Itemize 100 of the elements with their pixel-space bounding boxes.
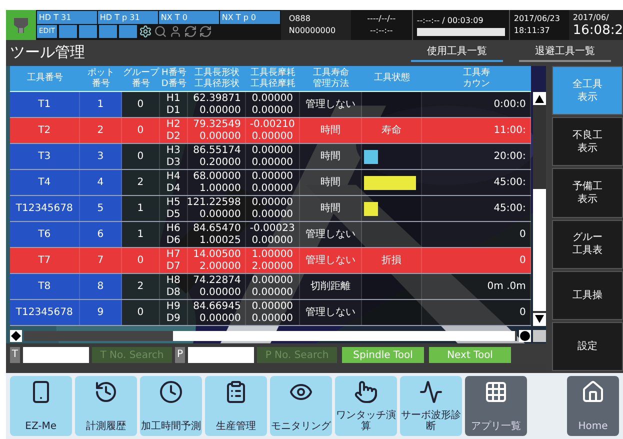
search-field[interactable] (22, 347, 89, 363)
refresh-icon[interactable] (184, 25, 198, 38)
column-header: 番号 (132, 78, 150, 90)
table-cell: 1.00000 (252, 248, 294, 260)
app-button[interactable]: EZ-Me (10, 376, 72, 436)
table-cell: 0.00000 (252, 234, 294, 246)
table-row[interactable]: T6 6 1 H6 D6 84.65470 1.00025 -0.00023 0.00000 管理しない 0 (10, 222, 531, 248)
table-cell: 0 (137, 150, 144, 162)
table-cell: 2 (137, 280, 144, 292)
table-cell: 寿命 (381, 124, 402, 136)
table-cell: 切削距離 (310, 280, 350, 292)
side-button[interactable]: 予備工 表示 (552, 168, 623, 218)
person-icon[interactable] (169, 25, 182, 38)
table-cell-text: 0m .0m (487, 280, 527, 292)
app-button[interactable]: アプリ一覧 (464, 376, 527, 436)
table-cell: 6 (97, 228, 104, 240)
scrollbar-thumb[interactable] (172, 331, 515, 341)
tab[interactable]: 退避工具一覧 (519, 44, 611, 62)
date-text: ----/--/-- (367, 13, 396, 25)
table-cell: 1 (137, 202, 144, 214)
table-cell: 管理しない (305, 254, 356, 266)
table-cell: 2 (97, 124, 104, 136)
search-field[interactable] (188, 347, 254, 363)
table-cell: H9 (166, 300, 180, 312)
table-cell: T4 (38, 176, 51, 188)
table-cell-text: 0 (520, 254, 527, 266)
table-cell: T3 (38, 150, 51, 162)
scroll-right-icon[interactable] (518, 330, 531, 342)
table-cell: 0.00000 (252, 130, 294, 142)
elapsed-time: --:--:-- / 00:03:09 (416, 14, 484, 26)
table-cell: 0.00000 (252, 286, 294, 298)
time-text: 18:11:37 (514, 25, 551, 37)
app-button[interactable]: モニタリング (270, 376, 332, 436)
side-button[interactable]: 不良工 表示 (552, 117, 623, 166)
table-cell-text: 79.32549 (193, 118, 242, 130)
table-cell: 0.00000 (252, 104, 294, 116)
table-row[interactable]: T1 1 0 H1 D1 62.39871 0.00000 0.00000 0.00000 管理しない 0:00:0 (10, 92, 531, 118)
table-cell-text: 121.22598 (186, 196, 242, 208)
table-row[interactable]: T12345678 5 1 H5 D5 121.22598 0.00000 0.00000 0.00000 時間 45:00: (10, 196, 531, 222)
status-tile: NX T p 0 (220, 11, 280, 24)
column-header: 工具長摩耗 (250, 68, 296, 78)
table-row[interactable]: T4 4 2 H4 D4 68.00000 1.00000 0.00000 0.00000 時間 45:00: (10, 170, 531, 196)
table-cell-text: 0 (520, 306, 527, 318)
app-button[interactable]: 加工時間予測 (140, 376, 202, 436)
refresh-icon[interactable] (199, 25, 212, 38)
table-cell-text: 0.00000 (200, 286, 242, 298)
table-cell: 0 (137, 98, 144, 110)
app-button[interactable]: ワンタッチ演算 (334, 376, 397, 436)
table-cell: 3 (97, 150, 104, 162)
table-cell: 0.00000 (252, 300, 294, 312)
table-cell: D9 (166, 312, 180, 324)
search-icon[interactable] (154, 25, 168, 38)
table-cell: D3 (166, 156, 180, 168)
column-header: 工具状態 (374, 73, 410, 84)
waveform-icon (418, 380, 443, 404)
horizontal-scrollbar[interactable] (24, 331, 517, 341)
status-tile (59, 25, 78, 38)
side-button[interactable]: 設定 (552, 322, 623, 372)
table-cell-text: 84.66945 (193, 300, 242, 312)
table-row[interactable]: T12345678 9 0 H9 D9 84.66945 0.00000 0.00000 0.00000 管理しない 0 (10, 300, 531, 326)
table-cell: D2 (166, 130, 180, 142)
time-text: --:--:-- (370, 25, 393, 37)
column-header: H番号 (161, 68, 186, 78)
app-button[interactable]: 計測履歴 (74, 376, 137, 436)
column-header: 工具径摩耗 (250, 78, 296, 90)
table-cell: 7 (97, 254, 104, 266)
app-button[interactable]: Home (567, 376, 619, 436)
table-row[interactable]: T7 7 0 H7 D7 14.00500 2.00000 1.00000 2.00000 管理しない 折損 0 (10, 248, 531, 274)
tab[interactable]: 使用工具一覧 (411, 44, 503, 62)
app-button[interactable]: 生産管理 (204, 376, 267, 436)
clock-date: 2017/06/ (572, 12, 610, 22)
table-cell: H4 (166, 170, 180, 182)
table-cell-text: 0.20000 (200, 156, 242, 168)
table-cell-text: 0.00000 (200, 208, 242, 220)
table-cell-text: 74.22874 (193, 274, 242, 286)
scrollbar-thumb[interactable] (532, 188, 546, 311)
vertical-scrollbar[interactable] (532, 92, 546, 326)
table-cell: 2 (137, 176, 144, 188)
table-cell: D5 (166, 208, 180, 220)
scroll-down-icon[interactable] (532, 313, 546, 326)
table-row[interactable]: T2 2 0 H2 D2 79.32549 0.00000 -0.00210 0.00000 時間 寿命 11:00: (10, 118, 531, 144)
scroll-up-icon[interactable] (532, 92, 546, 105)
table-row[interactable]: T8 8 2 H8 D8 74.22874 0.00000 0.00000 0.00000 切削距離 0m .0m (10, 274, 531, 300)
table-cell: H3 (166, 144, 180, 156)
table-row[interactable]: T3 3 0 H3 D3 86.55174 0.20000 0.00000 0.00000 時間 20:00: (10, 144, 531, 170)
scroll-corner (532, 330, 546, 342)
scroll-left-icon[interactable] (10, 330, 22, 342)
table-cell: 1 (97, 98, 104, 110)
table-cell-text: 68.00000 (193, 170, 242, 182)
side-button[interactable]: グルー 工具表 (552, 220, 623, 269)
table-cell-text: 45:00: (494, 176, 527, 188)
table-cell: 0 (137, 306, 144, 318)
table-cell-text: 11:00: (494, 124, 527, 136)
table-cell: 管理しない (305, 228, 356, 240)
program-number: O888 (288, 13, 312, 25)
app-button[interactable]: サーボ波形診断 (400, 376, 462, 436)
table-cell: 0.00000 (252, 274, 294, 286)
side-button[interactable]: 工具操 (552, 270, 623, 320)
table-cell: T1 (38, 98, 51, 110)
settings-icon[interactable] (139, 25, 152, 38)
